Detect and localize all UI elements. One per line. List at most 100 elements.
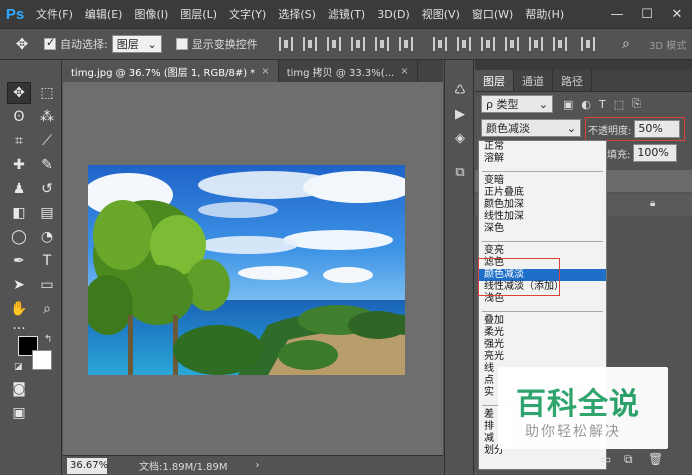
type-tool-icon[interactable]: T xyxy=(35,250,59,272)
healing-brush-tool-icon[interactable]: ✚ xyxy=(7,154,31,176)
adjustment-filter-icon[interactable]: ◐ xyxy=(581,98,591,111)
menu-help[interactable]: 帮助(H) xyxy=(519,6,570,22)
3d-panel-icon[interactable]: ◈ xyxy=(452,130,468,146)
path-selection-tool-icon[interactable]: ➤ xyxy=(7,274,31,296)
hand-tool-icon[interactable]: ✋ xyxy=(7,298,31,320)
menu-edit[interactable]: 编辑(E) xyxy=(79,6,129,22)
fill-input[interactable]: 100% xyxy=(633,144,678,162)
zoom-level[interactable]: 36.67% xyxy=(67,457,108,474)
minimize-button[interactable]: — xyxy=(602,0,632,28)
new-group-icon[interactable]: ▭ xyxy=(600,452,614,466)
menu-layer[interactable]: 图层(L) xyxy=(174,6,223,22)
smart-object-filter-icon[interactable]: ⎘ xyxy=(632,97,641,111)
align-center-icon[interactable] xyxy=(374,37,389,51)
align-middle-icon[interactable] xyxy=(302,37,317,51)
crop-tool-icon[interactable]: ⌗ xyxy=(7,130,31,152)
align-right-icon[interactable] xyxy=(398,37,413,51)
auto-align-icon[interactable] xyxy=(580,37,595,51)
close-icon[interactable]: × xyxy=(261,66,269,77)
zoom-tool-icon[interactable]: ⌕ xyxy=(35,298,59,320)
blend-option[interactable]: 正常 xyxy=(479,141,606,153)
properties-panel-icon[interactable]: ⧉ xyxy=(452,164,468,180)
background-color-swatch[interactable] xyxy=(32,350,52,370)
dodge-tool-icon[interactable]: ◔ xyxy=(35,226,59,248)
menu-image[interactable]: 图像(I) xyxy=(128,6,174,22)
blend-option[interactable]: 柔光 xyxy=(479,327,606,339)
menu-type[interactable]: 文字(Y) xyxy=(223,6,272,22)
tab-timg-copy[interactable]: timg 拷贝 @ 33.3%(... × xyxy=(279,60,418,82)
pen-tool-icon[interactable]: ✒ xyxy=(7,250,31,272)
align-top-icon[interactable] xyxy=(278,37,293,51)
gradient-tool-icon[interactable]: ▤ xyxy=(35,202,59,224)
menu-bar: Ps 文件(F) 编辑(E) 图像(I) 图层(L) 文字(Y) 选择(S) 滤… xyxy=(0,0,692,28)
distribute-top-icon[interactable] xyxy=(432,37,447,51)
quick-mask-icon[interactable]: ◙ xyxy=(7,378,31,400)
tab-layers[interactable]: 图层 xyxy=(475,70,514,91)
close-button[interactable]: ✕ xyxy=(662,0,692,28)
eyedropper-tool-icon[interactable]: ⟋ xyxy=(35,130,59,152)
blend-option[interactable]: 叠加 xyxy=(479,315,606,327)
move-tool-icon[interactable]: ✥ xyxy=(7,82,31,104)
shape-filter-icon[interactable]: ⬚ xyxy=(614,98,624,111)
menu-file[interactable]: 文件(F) xyxy=(30,6,79,22)
menu-window[interactable]: 窗口(W) xyxy=(466,6,519,22)
distribute-right-icon[interactable] xyxy=(552,37,567,51)
blend-option[interactable]: 颜色加深 xyxy=(479,199,606,211)
blend-option[interactable]: 亮光 xyxy=(479,351,606,363)
status-menu-icon[interactable]: › xyxy=(256,460,260,471)
blend-option[interactable]: 强光 xyxy=(479,339,606,351)
menu-select[interactable]: 选择(S) xyxy=(272,6,322,22)
blend-option[interactable]: 变暗 xyxy=(479,175,606,187)
clone-stamp-tool-icon[interactable]: ♟ xyxy=(7,178,31,200)
show-transform-checkbox[interactable] xyxy=(175,38,188,50)
close-icon[interactable]: × xyxy=(400,66,408,77)
blend-option[interactable]: 线性加深 xyxy=(479,211,606,223)
distribute-middle-icon[interactable] xyxy=(456,37,471,51)
blend-option[interactable]: 深色 xyxy=(479,223,606,235)
default-colors-icon[interactable]: ◪ xyxy=(14,362,23,372)
distribute-bottom-icon[interactable] xyxy=(480,37,495,51)
blend-option[interactable]: 变亮 xyxy=(479,245,606,257)
brush-tool-icon[interactable]: ✎ xyxy=(35,154,59,176)
eraser-tool-icon[interactable]: ◧ xyxy=(7,202,31,224)
image-filter-icon[interactable]: ▣ xyxy=(563,98,573,111)
watermark-subtitle: 助你轻松解决 xyxy=(525,424,621,440)
opacity-input[interactable]: 50% xyxy=(634,120,681,138)
screen-mode-icon[interactable]: ▣ xyxy=(7,402,31,424)
history-panel-icon[interactable]: ♺ xyxy=(452,82,468,98)
actions-panel-icon[interactable]: ▶ xyxy=(452,106,468,122)
menu-filter[interactable]: 滤镜(T) xyxy=(322,6,371,22)
auto-select-label: 自动选择: xyxy=(60,38,108,51)
magic-wand-tool-icon[interactable]: ⁂ xyxy=(35,106,59,128)
align-left-icon[interactable] xyxy=(350,37,365,51)
distribute-center-icon[interactable] xyxy=(528,37,543,51)
tab-timg[interactable]: timg.jpg @ 36.7% (图层 1, RGB/8#) * × xyxy=(63,60,279,82)
blur-tool-icon[interactable]: ◯ xyxy=(7,226,31,248)
layer-filter-dropdown[interactable]: ρ 类型 ⌄ xyxy=(481,95,553,113)
search-icon[interactable]: ⌕ xyxy=(622,36,630,52)
history-brush-tool-icon[interactable]: ↺ xyxy=(35,178,59,200)
new-layer-icon[interactable]: ⧉ xyxy=(624,452,638,466)
blend-option[interactable]: 溶解 xyxy=(479,153,606,165)
menu-view[interactable]: 视图(V) xyxy=(416,6,466,22)
type-filter-icon[interactable]: T xyxy=(599,98,606,111)
rectangle-tool-icon[interactable]: ▭ xyxy=(35,274,59,296)
delete-layer-icon[interactable]: 🗑︎ xyxy=(648,452,663,466)
maximize-button[interactable]: ☐ xyxy=(632,0,662,28)
auto-select-value: 图层 xyxy=(116,38,139,51)
align-bottom-icon[interactable] xyxy=(326,37,341,51)
opacity-label: 不透明度: xyxy=(588,125,632,137)
canvas-area[interactable] xyxy=(63,82,443,455)
move-tool-icon[interactable]: ✥ xyxy=(0,35,44,53)
blend-option[interactable]: 正片叠底 xyxy=(479,187,606,199)
swap-colors-icon[interactable]: ↰ xyxy=(44,334,52,345)
tab-paths[interactable]: 路径 xyxy=(553,70,592,91)
auto-select-checkbox[interactable] xyxy=(44,36,56,50)
menu-3d[interactable]: 3D(D) xyxy=(371,8,416,21)
auto-select-dropdown[interactable]: 图层 ⌄ xyxy=(111,35,162,53)
blend-mode-dropdown[interactable]: 颜色减淡 ⌄ xyxy=(481,119,581,137)
tab-channels[interactable]: 通道 xyxy=(514,70,553,91)
distribute-left-icon[interactable] xyxy=(504,37,519,51)
lasso-tool-icon[interactable]: ʘ xyxy=(7,106,31,128)
marquee-tool-icon[interactable]: ⬚ xyxy=(35,82,59,104)
